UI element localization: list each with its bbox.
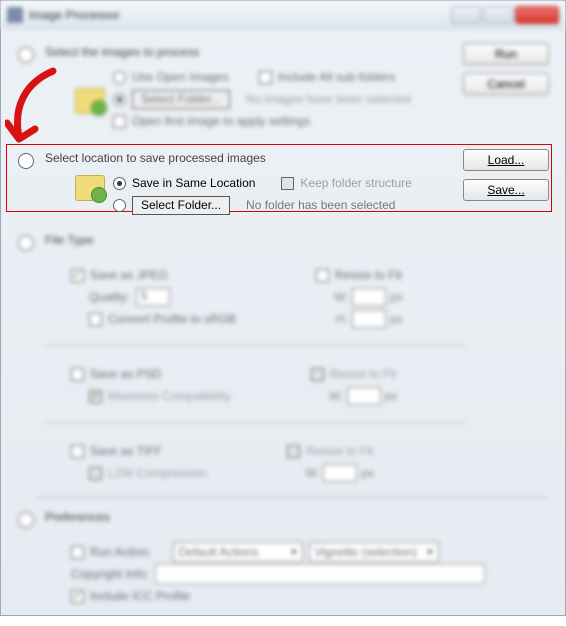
select-folder-button-2[interactable]: Select Folder... — [132, 196, 230, 215]
checkbox-keep-folder[interactable] — [281, 177, 294, 190]
section-preferences: Preferences Run Action: Default Actions … — [17, 504, 549, 616]
checkbox-convert-profile[interactable] — [89, 313, 102, 326]
divider — [37, 497, 547, 498]
step-3-icon — [18, 235, 34, 251]
minimize-button[interactable] — [451, 6, 481, 24]
divider — [45, 422, 465, 423]
checkbox-save-psd[interactable] — [71, 368, 84, 381]
copyright-input[interactable] — [155, 564, 485, 584]
h-input-jpeg[interactable] — [352, 310, 386, 328]
resize-fit-label: Resize to Fit — [335, 268, 402, 282]
checkbox-include-subfolders[interactable] — [259, 71, 272, 84]
save-tiff-label: Save as TIFF — [90, 444, 162, 458]
use-open-images-label: Use Open Images — [132, 70, 229, 84]
lzw-label: LZW Compression — [108, 466, 207, 480]
convert-profile-label: Convert Profile to sRGB — [108, 312, 236, 326]
px-label: px — [361, 466, 374, 480]
checkbox-resize-fit-jpeg[interactable] — [316, 269, 329, 282]
section3-title: File Type — [45, 233, 93, 247]
titlebar: Image Processor — [1, 1, 565, 29]
same-location-label: Save in Same Location — [132, 176, 255, 190]
open-first-image-label: Open first image to apply settings — [132, 114, 310, 128]
chevron-down-icon: ▼ — [425, 547, 434, 557]
step-4-icon — [18, 512, 34, 528]
section-file-type: File Type Save as JPEG Quality: 5 — [17, 227, 549, 493]
px-label: px — [390, 312, 403, 326]
close-button[interactable] — [515, 6, 559, 24]
checkbox-open-first-image[interactable] — [113, 115, 126, 128]
w-input-jpeg[interactable] — [352, 288, 386, 306]
px-label: px — [385, 389, 398, 403]
keep-folder-label: Keep folder structure — [300, 176, 411, 190]
quality-input[interactable]: 5 — [136, 288, 170, 306]
step-2-icon — [18, 153, 34, 169]
w-label: W: — [305, 466, 319, 480]
checkbox-resize-fit-psd[interactable] — [311, 368, 324, 381]
radio-use-open-images[interactable] — [113, 71, 126, 84]
include-subfolders-label: Include All sub-folders — [278, 70, 395, 84]
checkbox-lzw[interactable] — [89, 467, 102, 480]
section2-title: Select location to save processed images — [45, 151, 549, 165]
radio-select-folder-2[interactable] — [113, 199, 126, 212]
chevron-down-icon: ▼ — [289, 547, 298, 557]
copyright-label: Copyright Info: — [71, 567, 149, 581]
folder-icon — [75, 88, 105, 114]
radio-select-folder-1[interactable] — [113, 93, 126, 106]
step-1-icon — [18, 47, 34, 63]
quality-label: Quality: — [89, 290, 130, 304]
checkbox-resize-fit-tiff[interactable] — [287, 445, 300, 458]
section-save-location: Select location to save processed images… — [17, 145, 549, 227]
section4-title: Preferences — [45, 510, 110, 524]
section-select-images: Select the images to process Use Open Im… — [17, 39, 549, 143]
folder-icon — [75, 175, 105, 201]
select-folder-button-1[interactable]: Select Folder... — [132, 90, 230, 109]
radio-same-location[interactable] — [113, 177, 126, 190]
max-compat-label: Maximize Compatibility — [108, 389, 231, 403]
checkbox-run-action[interactable] — [71, 546, 84, 559]
w-input-psd[interactable] — [347, 387, 381, 405]
resize-fit-tiff-label: Resize to Fit — [306, 444, 373, 458]
h-label: H: — [334, 312, 348, 326]
divider — [45, 345, 465, 346]
include-icc-label: Include ICC Profile — [90, 589, 190, 603]
no-folder-status: No folder has been selected — [246, 198, 395, 212]
resize-fit-psd-label: Resize to Fit — [330, 367, 397, 381]
dialog-window: Image Processor Run Cancel Select the im… — [0, 0, 566, 616]
action-name-value: Vignette (selection) — [314, 545, 417, 559]
no-images-status: No images have been selected — [246, 92, 411, 106]
px-label: px — [390, 290, 403, 304]
w-label: W: — [334, 290, 348, 304]
run-action-label: Run Action: — [90, 545, 151, 559]
save-jpeg-label: Save as JPEG — [90, 268, 168, 282]
w-label: W: — [329, 389, 343, 403]
checkbox-include-icc[interactable] — [71, 590, 84, 603]
checkbox-max-compat[interactable] — [89, 390, 102, 403]
window-title: Image Processor — [29, 8, 120, 22]
w-input-tiff[interactable] — [323, 464, 357, 482]
checkbox-save-jpeg[interactable] — [71, 269, 84, 282]
action-set-select[interactable]: Default Actions ▼ — [173, 542, 303, 562]
checkbox-save-tiff[interactable] — [71, 445, 84, 458]
app-icon — [7, 7, 23, 23]
action-name-select[interactable]: Vignette (selection) ▼ — [309, 542, 439, 562]
section1-title: Select the images to process — [45, 45, 549, 59]
maximize-button[interactable] — [483, 6, 513, 24]
save-psd-label: Save as PSD — [90, 367, 161, 381]
action-set-value: Default Actions — [178, 545, 258, 559]
